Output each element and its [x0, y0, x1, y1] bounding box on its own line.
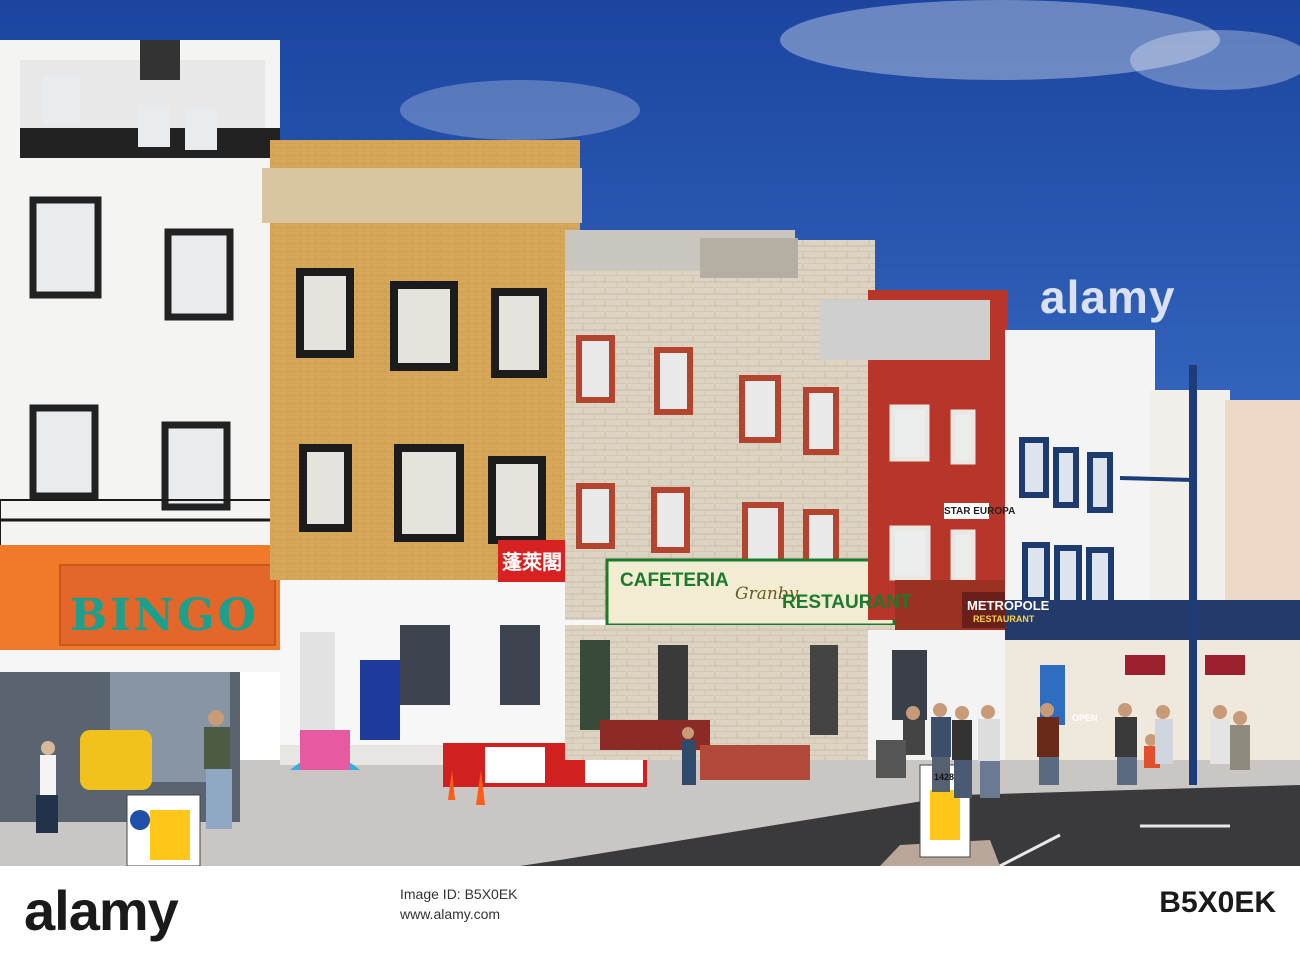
street-scene-illustration	[0, 0, 1300, 866]
metropole-restaurant-text: RESTAURANT	[973, 614, 1035, 624]
stock-banner: alamy Image ID: B5X0EK www.alamy.com B5X…	[0, 866, 1300, 956]
street-photo: BINGO 蓬萊閣 CAFETERIA Granby RESTAURANT ST…	[0, 0, 1300, 866]
stock-id: B5X0EK	[1159, 886, 1276, 919]
site-url[interactable]: www.alamy.com	[400, 906, 500, 922]
metropole-sign-text: METROPOLE	[967, 598, 1050, 613]
image-stage: BINGO 蓬萊閣 CAFETERIA Granby RESTAURANT ST…	[0, 0, 1300, 956]
brand-logo: alamy	[24, 879, 179, 942]
open-sign: OPEN	[1072, 713, 1098, 723]
restaurant-sign: RESTAURANT	[782, 592, 912, 613]
cloud	[400, 80, 640, 140]
lamp-post	[1189, 365, 1197, 785]
chinese-restaurant-sign: 蓬萊閣	[502, 552, 562, 574]
star-europa-sign-text: STAR EUROPA	[944, 506, 1016, 517]
bollard-number: 1428	[934, 772, 955, 782]
bingo-sign: BINGO	[70, 590, 259, 641]
watermark: alamy	[1040, 271, 1176, 323]
kiddie-ride-bus	[80, 730, 152, 790]
cafeteria-sign: CAFETERIA	[620, 570, 729, 591]
image-id-label: Image ID: B5X0EK	[400, 886, 518, 902]
